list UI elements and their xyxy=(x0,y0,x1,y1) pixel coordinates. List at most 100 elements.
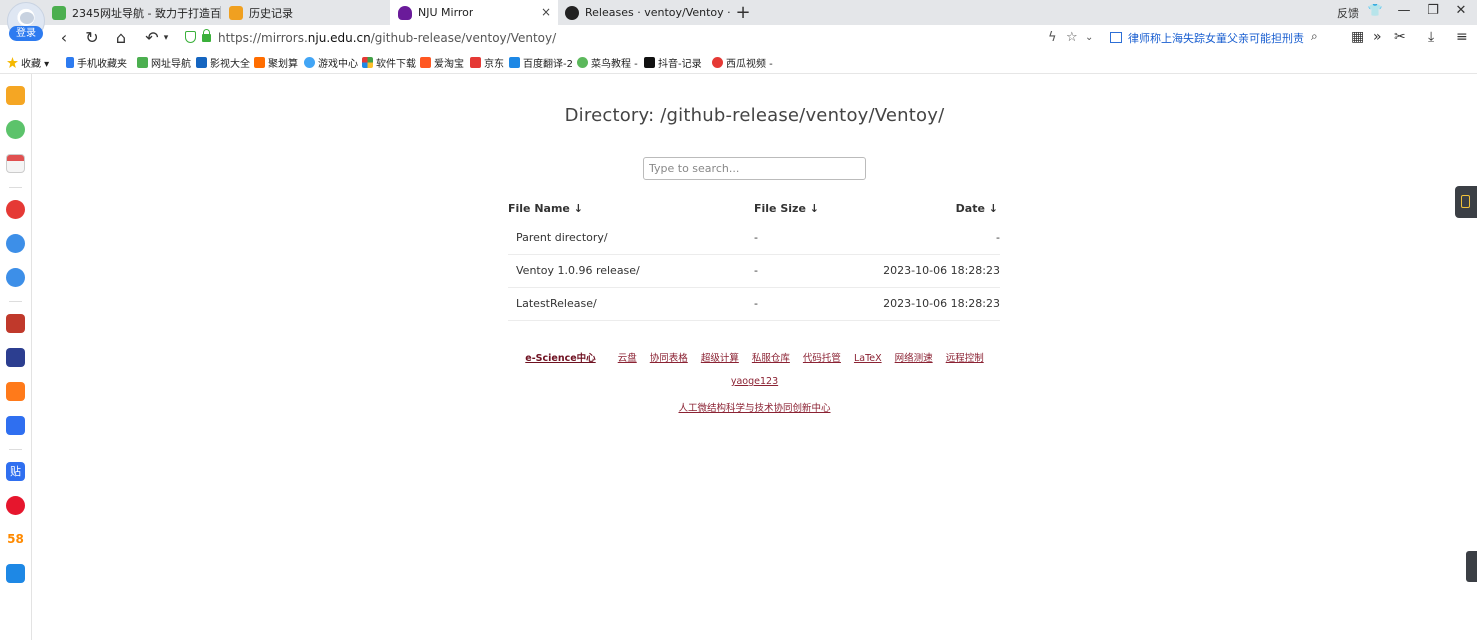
footer-link-hpc[interactable]: 超级计算 xyxy=(701,353,739,364)
file-date: 2023-10-06 18:28:23 xyxy=(883,264,1000,277)
site-icon xyxy=(577,57,588,68)
site-icon xyxy=(509,57,520,68)
footer-link-center[interactable]: 人工微结构科学与技术协同创新中心 xyxy=(678,403,830,414)
site-icon xyxy=(137,57,148,68)
bookmark-runoob[interactable]: 菜鸟教程 - xyxy=(577,55,638,70)
footer-link-remote[interactable]: 远程控制 xyxy=(946,353,984,364)
file-date: - xyxy=(996,231,1000,244)
lightning-icon[interactable]: ϟ xyxy=(1048,30,1057,45)
footer-link-yaoge[interactable]: yaoge123 xyxy=(731,376,778,387)
footer-link-escience[interactable]: e-Science中心 xyxy=(525,353,595,364)
mango-tv-icon[interactable] xyxy=(6,382,25,401)
footer-link-speedtest[interactable]: 网络测速 xyxy=(895,353,933,364)
undo-dropdown-icon[interactable]: ▾ xyxy=(156,28,176,48)
tab-favicon-icon xyxy=(52,5,66,20)
home-icon[interactable]: ⌂ xyxy=(111,28,131,48)
login-button[interactable]: 登录 xyxy=(9,26,43,41)
58-icon[interactable]: 58 xyxy=(6,530,25,549)
bookmark-mobile-favorites[interactable]: 手机收藏夹 xyxy=(66,55,127,70)
bookmark-baidu-translate[interactable]: 百度翻译-2 xyxy=(509,55,573,70)
bookmarks-bar: 收藏 ▾ 手机收藏夹 网址导航 影视大全 聚划算 游戏中心 软件下载 爱淘宝 京… xyxy=(0,51,1477,74)
github-icon xyxy=(565,5,579,20)
qq-icon[interactable] xyxy=(6,268,25,287)
feedback-link[interactable]: 反馈 xyxy=(1337,5,1359,21)
footer-org: 人工微结构科学与技术协同创新中心 xyxy=(32,400,1477,414)
bookmark-douyin[interactable]: 抖音-记录 xyxy=(644,55,702,70)
scissors-icon[interactable]: ✂ xyxy=(1394,29,1406,45)
chevron-down-icon[interactable]: ⌄ xyxy=(1085,32,1093,43)
tv-icon[interactable] xyxy=(6,564,25,583)
left-sidebar: 贴 58 xyxy=(0,74,32,640)
phone-icon xyxy=(66,57,74,68)
game-icon[interactable] xyxy=(6,348,25,367)
tab-title: 历史记录 xyxy=(249,6,293,20)
search-icon[interactable]: ⌕ xyxy=(1311,29,1318,44)
tieba-icon[interactable]: 贴 xyxy=(6,462,25,481)
shirt-icon[interactable]: 👕 xyxy=(1366,3,1384,17)
bookmark-xigua[interactable]: 西瓜视频 - xyxy=(712,55,773,70)
site-icon xyxy=(470,57,481,68)
baidu-icon[interactable] xyxy=(6,416,25,435)
table-row: Parent directory/ - - xyxy=(508,222,1000,255)
bookmark-nav[interactable]: 网址导航 xyxy=(137,55,191,70)
bookmark-jd[interactable]: 京东 xyxy=(470,55,504,70)
sort-by-size[interactable]: File Size ↓ xyxy=(754,202,819,215)
favorites-icon[interactable] xyxy=(6,86,25,105)
history-icon[interactable] xyxy=(6,120,25,139)
new-tab-button[interactable]: + xyxy=(734,2,752,23)
sort-by-date[interactable]: Date ↓ xyxy=(956,202,998,215)
site-icon xyxy=(254,57,265,68)
file-link[interactable]: Parent directory/ xyxy=(516,231,608,244)
bookmark-favorites[interactable]: 收藏 ▾ xyxy=(7,55,49,70)
file-link[interactable]: Ventoy 1.0.96 release/ xyxy=(516,264,640,277)
file-size: - xyxy=(754,297,758,310)
footer-link-sheets[interactable]: 协同表格 xyxy=(650,353,688,364)
footer-link-latex[interactable]: LaTeX xyxy=(854,353,882,364)
sidebar-divider xyxy=(9,301,22,302)
clock-icon xyxy=(229,5,243,20)
minimize-button[interactable]: — xyxy=(1395,3,1413,18)
weibo-icon[interactable] xyxy=(6,496,25,515)
footer-link-git[interactable]: 代码托管 xyxy=(803,353,841,364)
download-icon[interactable]: ⤓ xyxy=(1428,29,1434,45)
bookmark-games[interactable]: 游戏中心 xyxy=(304,55,358,70)
bookmark-software[interactable]: 软件下载 xyxy=(362,55,416,70)
calendar-icon[interactable] xyxy=(6,154,25,173)
close-window-button[interactable]: ✕ xyxy=(1452,3,1470,18)
star-icon[interactable]: ☆ xyxy=(1066,30,1078,45)
more-tools-icon[interactable]: » xyxy=(1373,29,1382,45)
footer-link-repo[interactable]: 私服仓库 xyxy=(752,353,790,364)
search-input[interactable] xyxy=(643,157,866,180)
url-text[interactable]: https://mirrors.nju.edu.cn/github-releas… xyxy=(218,31,556,45)
star-icon xyxy=(7,57,18,68)
site-icon xyxy=(712,57,723,68)
restore-button[interactable]: ❐ xyxy=(1424,3,1442,18)
sidebar-divider xyxy=(9,449,22,450)
video-icon[interactable] xyxy=(6,200,25,219)
menu-icon[interactable]: ≡ xyxy=(1456,29,1468,45)
close-tab-icon[interactable]: × xyxy=(541,5,551,19)
tab-title: NJU Mirror xyxy=(418,6,474,19)
tab-divider xyxy=(220,6,221,19)
bookmark-juhuasuan[interactable]: 聚划算 xyxy=(254,55,298,70)
game-icon[interactable] xyxy=(6,314,25,333)
back-icon[interactable]: ‹ xyxy=(54,28,74,48)
tab-history[interactable]: 历史记录 xyxy=(223,0,388,25)
page-title: Directory: /github-release/ventoy/Ventoy… xyxy=(564,105,945,126)
news-ticker[interactable]: 律师称上海失踪女童父亲可能担刑责 xyxy=(1110,30,1304,46)
file-link[interactable]: LatestRelease/ xyxy=(516,297,597,310)
tab-nju-mirror[interactable]: NJU Mirror × xyxy=(390,0,558,25)
bookmark-video[interactable]: 影视大全 xyxy=(196,55,250,70)
bookmark-aitaobao[interactable]: 爱淘宝 xyxy=(420,55,464,70)
qq-icon[interactable] xyxy=(6,234,25,253)
sort-by-name[interactable]: File Name ↓ xyxy=(508,202,583,215)
refresh-icon[interactable]: ↻ xyxy=(82,28,102,48)
footer-links: e-Science中心 云盘 协同表格 超级计算 私服仓库 代码托管 LaTeX… xyxy=(32,350,1477,364)
address-bar[interactable]: https://mirrors.nju.edu.cn/github-releas… xyxy=(180,27,1100,49)
footer-link-cloud[interactable]: 云盘 xyxy=(618,353,637,364)
tab-2345-nav[interactable]: 2345网址导航 - 致力于打造百 xyxy=(52,0,220,25)
file-size: - xyxy=(754,264,758,277)
tab-github-releases[interactable]: Releases · ventoy/Ventoy · G xyxy=(562,0,730,25)
apps-grid-icon[interactable]: ▦ xyxy=(1351,29,1364,45)
table-row: Ventoy 1.0.96 release/ - 2023-10-06 18:2… xyxy=(508,255,1000,288)
